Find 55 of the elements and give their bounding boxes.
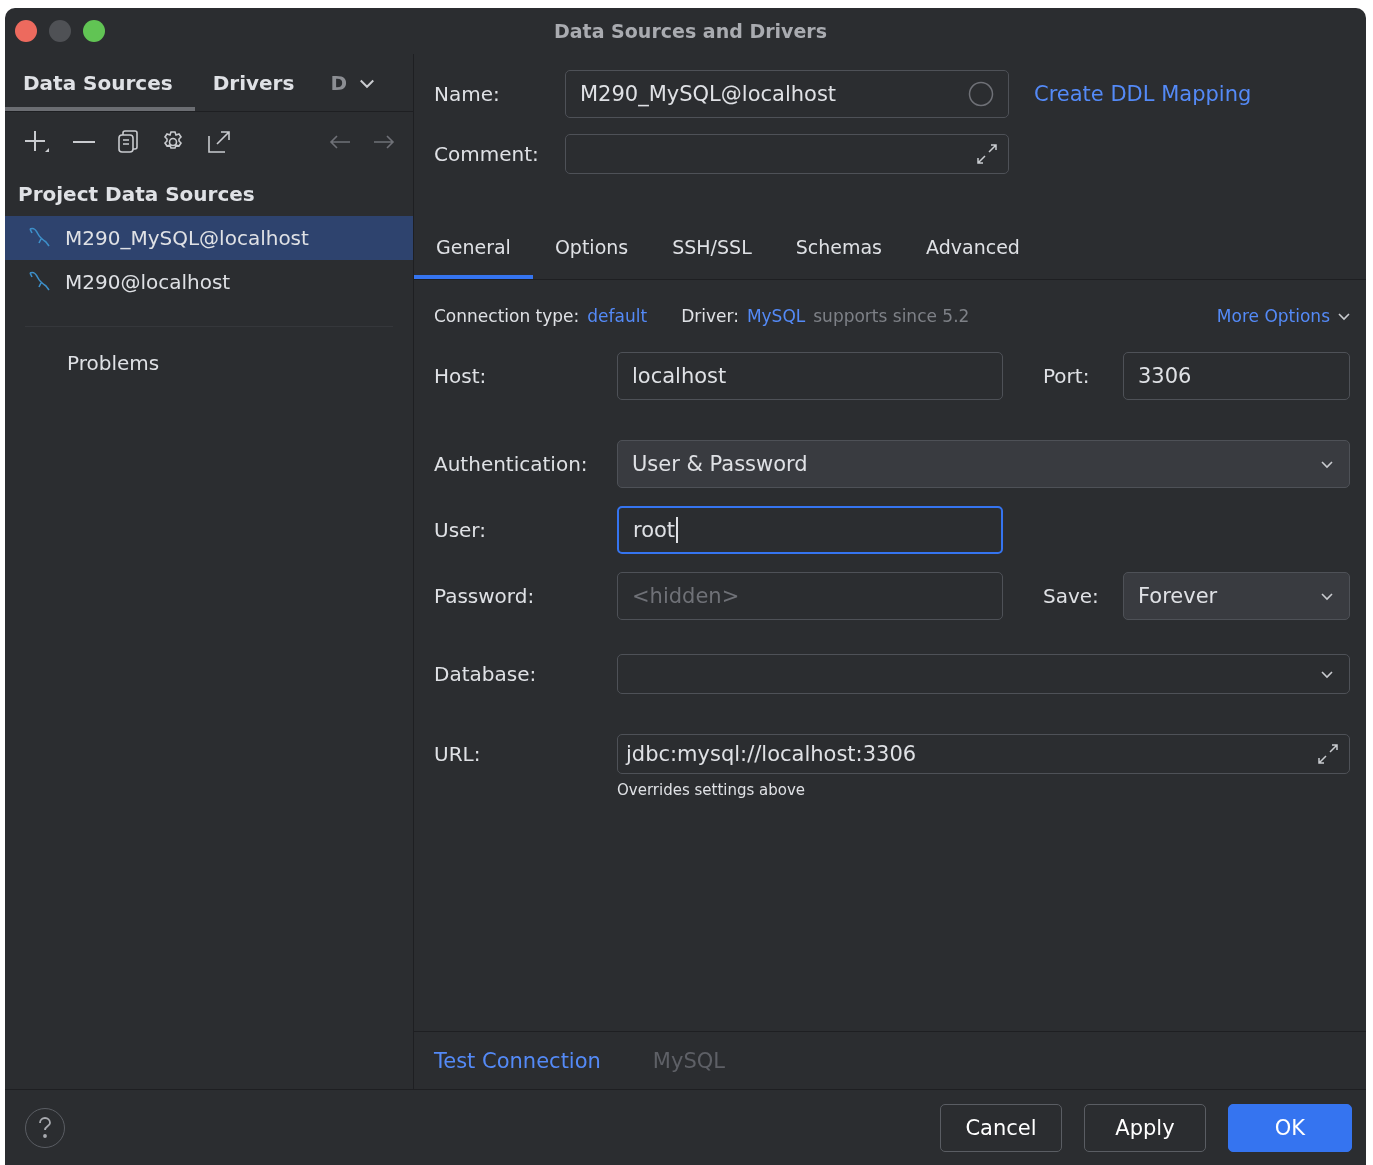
forward-arrow-icon[interactable] [373, 134, 395, 150]
test-connection-link[interactable]: Test Connection [434, 1048, 601, 1073]
question-mark-icon [37, 1116, 53, 1139]
connection-type-link[interactable]: default [587, 306, 648, 326]
circle-icon [968, 81, 994, 107]
data-source-item[interactable]: M290_MySQL@localhost [5, 216, 413, 260]
user-field[interactable]: root [617, 506, 1003, 554]
field-label: Database: [434, 662, 538, 686]
maximize-button[interactable] [83, 20, 105, 42]
back-arrow-icon[interactable] [329, 134, 351, 150]
create-ddl-mapping-link[interactable]: Create DDL Mapping [1034, 82, 1252, 106]
field-label: Comment: [434, 142, 540, 166]
field-label: Port: [1043, 364, 1091, 388]
tab[interactable]: Schemas [773, 218, 905, 279]
ok-button[interactable]: OK [1228, 1103, 1352, 1152]
sidebar-tab[interactable]: Data Sources [5, 54, 195, 111]
tab[interactable]: General [414, 218, 533, 279]
authentication-dropdown[interactable]: User & Password [617, 440, 1350, 488]
url-hint: Overrides settings above [617, 781, 806, 799]
section-title: Project Data Sources [17, 181, 256, 208]
data-source-item[interactable]: M290@localhost [5, 260, 413, 304]
tab[interactable]: Options [532, 218, 651, 279]
driver-label: Driver: [681, 306, 739, 326]
expand-icon[interactable] [974, 141, 1000, 167]
jump-to-icon[interactable] [207, 130, 231, 154]
tab[interactable]: Advanced [904, 218, 1042, 279]
host-field[interactable]: localhost [617, 352, 1003, 400]
driver-link[interactable]: MySQL [746, 306, 806, 326]
port-field[interactable]: 3306 [1123, 352, 1350, 400]
sidebar-tab[interactable]: Drivers [194, 54, 313, 111]
remove-icon[interactable] [73, 140, 95, 144]
text-cursor [676, 517, 679, 543]
expand-icon[interactable] [1315, 741, 1341, 767]
problems-item[interactable]: Problems [5, 347, 413, 375]
field-label: Save: [1043, 584, 1100, 608]
url-field[interactable]: jdbc:mysql://localhost:3306 [617, 734, 1350, 774]
field-label: URL: [434, 742, 482, 766]
window-title: Data Sources and Drivers [554, 20, 827, 42]
field-label: User: [434, 518, 487, 542]
name-field[interactable]: M290_MySQL@localhost [565, 70, 1009, 118]
copy-icon[interactable] [117, 130, 139, 154]
dialog-button[interactable]: Apply [1084, 1103, 1206, 1152]
field-label: Authentication: [434, 452, 589, 476]
tab[interactable]: SSH/SSL [650, 218, 774, 279]
close-button[interactable] [15, 20, 37, 42]
dialog-button[interactable]: Cancel [940, 1103, 1062, 1152]
comment-field[interactable] [565, 134, 1009, 174]
more-options-link[interactable]: More Options [1216, 306, 1352, 326]
field-label: Name: [434, 82, 501, 106]
save-dropdown[interactable]: Forever [1123, 572, 1350, 620]
connection-type-label: Connection type: [434, 306, 580, 326]
field-label: Password: [434, 584, 536, 608]
driver-note: supports since 5.2 [813, 306, 970, 326]
field-label: Host: [434, 364, 488, 388]
sidebar-tab[interactable]: D [312, 54, 365, 111]
